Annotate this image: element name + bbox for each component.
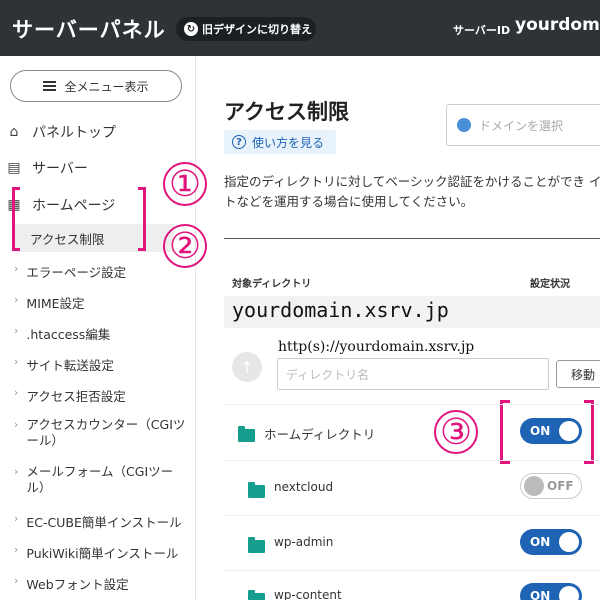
all-menu-label: 全メニュー表示 (64, 79, 149, 94)
folder-icon (248, 482, 265, 498)
chevron-right-icon: › (14, 418, 19, 431)
sidebar-sub-label: エラーページ設定 (26, 265, 127, 280)
toggle-label: ON (530, 535, 551, 549)
sidebar-sub-label: PukiWiki簡単インストール (26, 546, 179, 561)
sidebar-sub-label: メールフォーム（CGIツール） (26, 464, 174, 495)
sidebar-item-panel-top[interactable]: ⌂ パネルトップ (6, 122, 116, 142)
sidebar-sub-label: EC-CUBE簡単インストール (26, 515, 182, 530)
url-hint: http(s)://yourdomain.xsrv.jp (278, 339, 475, 355)
page-description: 指定のディレクトリに対してベーシック認証をかけることができ イトなどを運用する場… (224, 174, 600, 209)
sidebar-item-label: ホームページ (32, 198, 116, 214)
sidebar-sub-label: サイト転送設定 (26, 358, 114, 373)
annotation-number-1: ① (163, 162, 207, 206)
sidebar-sub-webfont[interactable]: › Webフォント設定 (14, 574, 129, 593)
sidebar-sub-access-counter[interactable]: › アクセスカウンター（CGIツール） (14, 417, 186, 449)
toggle-knob (559, 586, 579, 600)
sidebar-sub-access-deny[interactable]: › アクセス拒否設定 (14, 386, 126, 405)
howto-button[interactable]: ? 使い方を見る (224, 130, 336, 154)
sidebar-sub-ec-cube[interactable]: › EC-CUBE簡単インストール (14, 512, 182, 531)
server-id-label: サーバーID (453, 24, 511, 37)
toggle-knob (559, 532, 579, 552)
row-label: nextcloud (274, 480, 334, 494)
sidebar-sub-access-restriction[interactable]: アクセス制限 (14, 224, 174, 252)
toggle-label: OFF (547, 479, 574, 493)
hamburger-icon (43, 81, 57, 91)
sidebar-sub-pukiwiki[interactable]: › PukiWiki簡単インストール (14, 543, 178, 562)
app-title: サーバーパネル (12, 18, 166, 42)
chevron-right-icon: › (14, 355, 19, 368)
annotation-bracket-right (138, 187, 146, 251)
folder-icon (238, 426, 255, 442)
annotation-number-2: ② (163, 224, 207, 268)
chevron-right-icon: › (14, 262, 19, 275)
top-header: サーバーパネル ↻ 旧デザインに切り替え サーバーID yourdomai (0, 0, 600, 56)
sidebar-sub-error-page[interactable]: › エラーページ設定 (14, 262, 126, 281)
toggle-knob (559, 421, 579, 441)
folder-icon (248, 537, 265, 553)
folder-icon (248, 590, 265, 600)
annotation-bracket-left (12, 187, 20, 251)
sidebar-sub-label: アクセス制限 (30, 231, 105, 247)
sidebar-sub-label: .htaccess編集 (26, 327, 111, 342)
chevron-right-icon: › (14, 386, 19, 399)
chevron-right-icon: › (14, 543, 19, 556)
directory-input-placeholder: ディレクトリ名 (286, 367, 370, 382)
divider (224, 238, 600, 239)
sidebar-item-homepage[interactable]: ▦ ホームページ (6, 195, 115, 215)
up-arrow-button[interactable]: ↑ (232, 352, 262, 382)
status-toggle[interactable]: ON (520, 583, 582, 600)
sidebar-sub-label: Webフォント設定 (26, 577, 129, 592)
all-menu-button[interactable]: 全メニュー表示 (10, 70, 182, 102)
domain-select[interactable]: ドメインを選択 (446, 104, 600, 146)
toggle-label: ON (530, 589, 551, 600)
sidebar-sub-htaccess[interactable]: › .htaccess編集 (14, 324, 110, 343)
status-toggle[interactable]: ON (520, 418, 582, 444)
switch-old-design-label: 旧デザインに切り替え (202, 23, 312, 36)
column-header-directory: 対象ディレクトリ (232, 279, 312, 290)
sidebar: 全メニュー表示 ⌂ パネルトップ ▤ サーバー ▦ ホームページ アクセス制限 … (0, 56, 196, 600)
move-button[interactable]: 移動 (556, 360, 600, 388)
domain-select-placeholder: ドメインを選択 (479, 118, 564, 133)
sidebar-item-label: サーバー (32, 161, 88, 177)
domain-name: yourdomain.xsrv.jp (232, 298, 449, 322)
chevron-right-icon: › (14, 574, 19, 587)
switch-old-design-button[interactable]: ↻ 旧デザインに切り替え (176, 17, 316, 41)
sidebar-sub-label: アクセスカウンター（CGIツール） (26, 417, 186, 448)
chevron-right-icon: › (14, 324, 19, 337)
question-icon: ? (232, 135, 246, 149)
globe-icon (457, 118, 471, 132)
chevron-right-icon: › (14, 512, 19, 525)
server-icon: ▤ (7, 160, 21, 176)
sidebar-sub-mail-form[interactable]: › メールフォーム（CGIツール） (14, 464, 186, 496)
up-arrow-icon: ↑ (240, 357, 254, 377)
server-id-value: yourdomai (515, 15, 600, 35)
refresh-icon: ↻ (184, 22, 198, 36)
toggle-knob (524, 476, 544, 496)
toggle-label: ON (530, 424, 551, 438)
row-label: wp-admin (274, 535, 334, 549)
row-label: ホームディレクトリ (264, 427, 376, 442)
row-label: wp-content (274, 588, 342, 600)
status-toggle[interactable]: ON (520, 529, 582, 555)
home-icon: ⌂ (9, 124, 19, 140)
column-header-status: 設定状況 (530, 279, 570, 290)
sidebar-item-server[interactable]: ▤ サーバー (6, 158, 88, 178)
sidebar-sub-mime[interactable]: › MIME設定 (14, 293, 85, 312)
directory-name-input[interactable]: ディレクトリ名 (277, 358, 549, 390)
sidebar-sub-site-redirect[interactable]: › サイト転送設定 (14, 355, 114, 374)
sidebar-sub-label: MIME設定 (26, 296, 85, 311)
chevron-right-icon: › (14, 293, 19, 306)
sidebar-item-label: パネルトップ (32, 125, 116, 141)
status-toggle[interactable]: OFF (520, 473, 582, 499)
chevron-right-icon: › (14, 465, 19, 478)
sidebar-sub-label: アクセス拒否設定 (26, 389, 126, 404)
page-title: アクセス制限 (224, 100, 349, 124)
howto-label: 使い方を見る (252, 135, 325, 150)
